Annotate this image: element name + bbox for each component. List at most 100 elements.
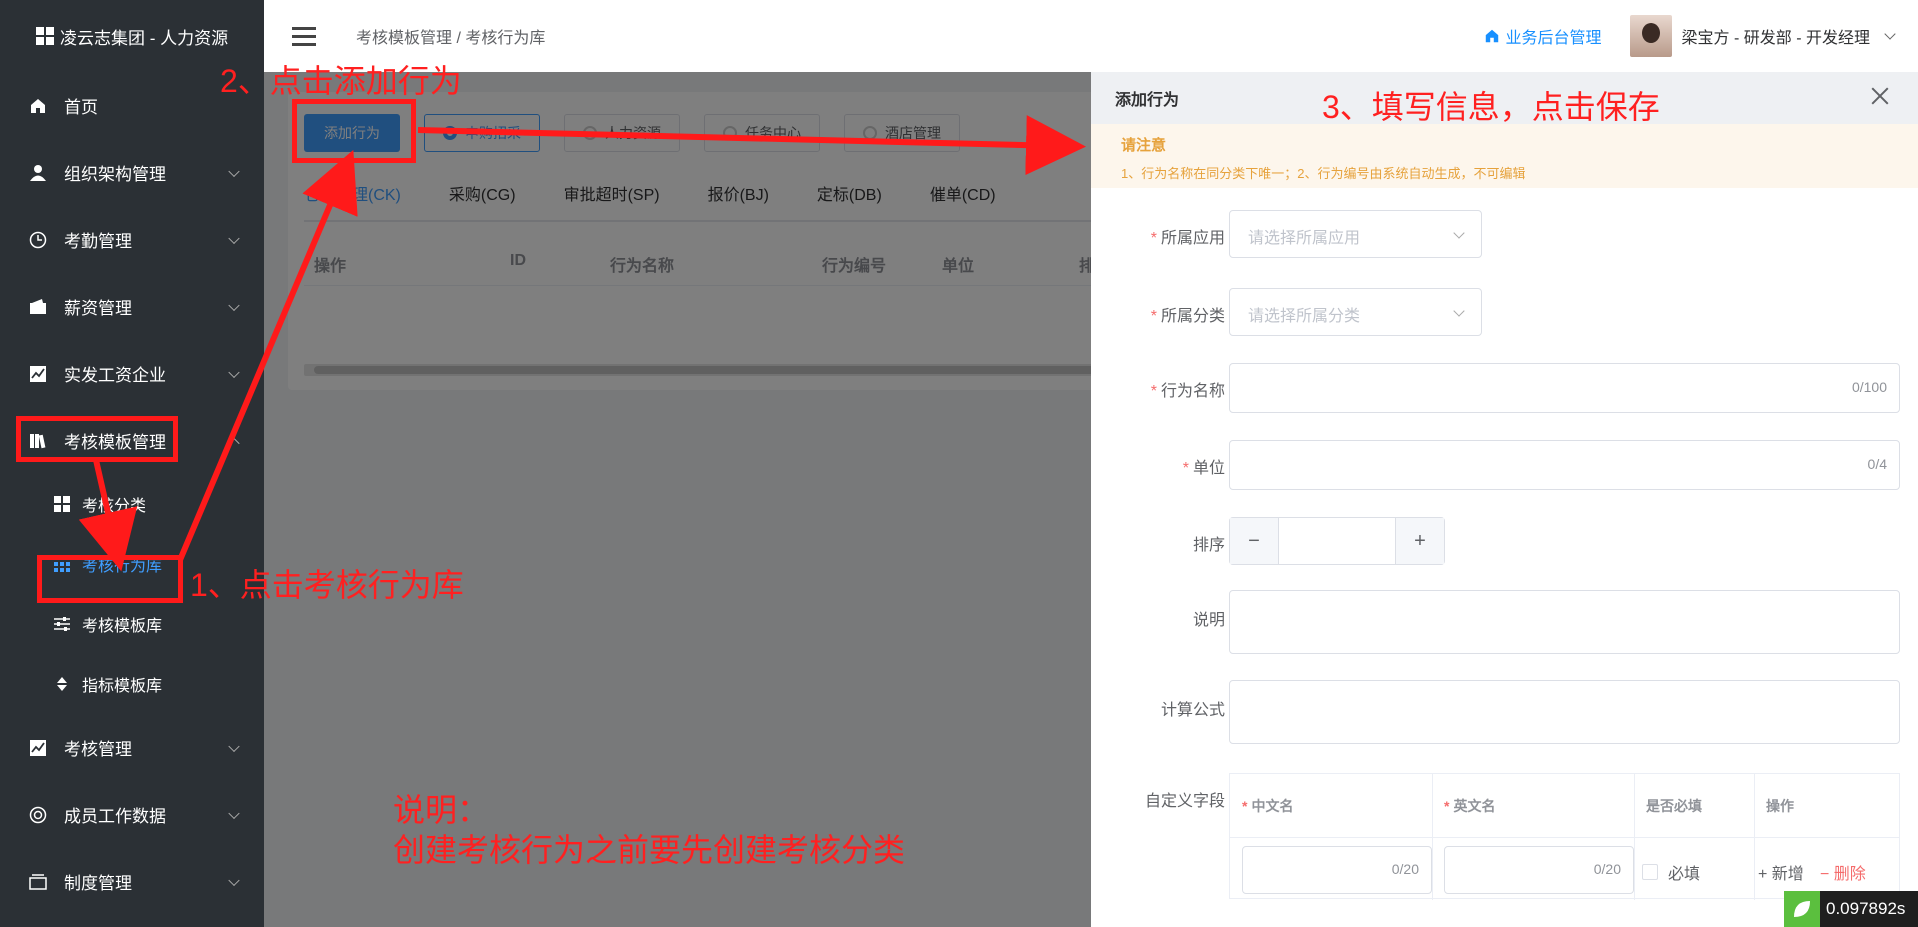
annotation-note-title: 说明： (393, 792, 490, 828)
app-title: 凌云志集团 - 人力资源 (60, 28, 229, 48)
breadcrumb: 考核模板管理 / 考核行为库 (356, 30, 546, 47)
column-header: * 中文名 (1242, 798, 1294, 814)
submenu-item-label: 考核分类 (82, 498, 147, 515)
logo-icon (36, 27, 54, 45)
formula-textarea[interactable] (1229, 680, 1900, 744)
behavior-name-input[interactable]: 0/100 (1229, 363, 1900, 413)
home-icon (28, 96, 48, 116)
submenu-item-category[interactable]: 考核分类 (0, 474, 264, 534)
wallet-icon (28, 297, 48, 317)
notice-text: 1、行为名称在同分类下唯一；2、行为编号由系统自动生成，不可编辑 (1121, 166, 1526, 181)
column-header: 操作 (1766, 798, 1794, 814)
char-counter: 0/20 (1593, 861, 1621, 877)
sidebar-item-label: 组织架构管理 (64, 165, 166, 184)
home-icon (1485, 29, 1498, 43)
chevron-down-icon (228, 232, 240, 244)
chevron-down-icon (228, 366, 240, 378)
increment-button[interactable]: + (1396, 518, 1444, 564)
timer-value: 0.097892s (1826, 899, 1906, 918)
chart-icon (28, 738, 48, 758)
field-label: * 单位 (1182, 460, 1225, 477)
annotation-note-text: 创建考核行为之前要先创建考核分类 (393, 832, 906, 868)
field-label: 计算公式 (1160, 702, 1225, 719)
business-admin-label: 业务后台管理 (1505, 30, 1602, 47)
drawer-title: 添加行为 (1115, 92, 1180, 109)
char-counter: 0/20 (1391, 861, 1419, 877)
annotation-step1: 1、点击考核行为库 (190, 567, 464, 603)
sidebar-item-payroll-company[interactable]: 实发工资企业 (0, 340, 264, 407)
chevron-down-icon (1453, 305, 1465, 317)
annotation-note: 说明： 创建考核行为之前要先创建考核分类 (393, 790, 905, 870)
top-header: 考核模板管理 / 考核行为库 业务后台管理 梁宝方 - 研发部 - 开发经理 (264, 0, 1918, 72)
description-textarea[interactable] (1229, 590, 1900, 654)
char-counter: 0/4 (1867, 456, 1887, 472)
highlight-behavior-library (37, 555, 183, 603)
avatar (1629, 15, 1672, 57)
category-select[interactable]: 请选择所属分类 (1229, 288, 1482, 336)
sidebar-item-attendance[interactable]: 考勤管理 (0, 206, 264, 273)
menu-toggle-icon[interactable] (292, 26, 316, 46)
chevron-down-icon (228, 299, 240, 311)
chevron-down-icon (1453, 227, 1465, 239)
sidebar-item-assessment[interactable]: 考核管理 (0, 714, 264, 781)
sort-icon (54, 676, 70, 692)
delete-row-button[interactable]: − 删除 (1820, 860, 1866, 884)
submenu-item-label: 考核模板库 (82, 618, 163, 635)
user-name: 梁宝方 - 研发部 - 开发经理 (1681, 30, 1870, 47)
chevron-up-icon (228, 437, 240, 449)
cn-name-input[interactable]: 0/20 (1242, 846, 1432, 894)
sidebar-item-label: 制度管理 (64, 874, 132, 893)
submenu-item-label: 指标模板库 (82, 678, 163, 695)
highlight-template-mgmt (16, 416, 178, 462)
leaf-icon (1784, 891, 1820, 927)
business-admin-link[interactable]: 业务后台管理 (1484, 24, 1602, 48)
add-row-button[interactable]: + 新增 (1758, 860, 1804, 884)
sidebar-item-label: 薪资管理 (64, 299, 132, 318)
close-icon[interactable] (1870, 86, 1890, 106)
column-header: * 英文名 (1444, 798, 1496, 814)
sort-stepper: − + (1229, 517, 1445, 565)
highlight-add-button (292, 99, 416, 163)
sidebar-item-label: 考勤管理 (64, 232, 132, 251)
notice-title: 请注意 (1121, 137, 1167, 154)
column-header: 是否必填 (1646, 798, 1702, 814)
decrement-button[interactable]: − (1230, 518, 1278, 564)
chart-icon (28, 364, 48, 384)
field-label: 说明 (1192, 612, 1225, 629)
app-select[interactable]: 请选择所属应用 (1229, 210, 1482, 258)
sidebar: 凌云志集团 - 人力资源 首页 组织架构管理 考勤管理 薪资管理 实发工资企业 … (0, 0, 264, 927)
clock-icon (28, 230, 48, 250)
chevron-down-icon (228, 165, 240, 177)
folder-icon (28, 872, 48, 892)
user-menu[interactable]: 梁宝方 - 研发部 - 开发经理 (1629, 15, 1896, 57)
add-behavior-drawer: 添加行为 请注意 1、行为名称在同分类下唯一；2、行为编号由系统自动生成，不可编… (1091, 72, 1918, 927)
field-label: 自定义字段 (1144, 793, 1225, 810)
required-checkbox[interactable] (1642, 864, 1658, 880)
field-label: * 所属分类 (1150, 308, 1225, 325)
sidebar-item-salary[interactable]: 薪资管理 (0, 273, 264, 340)
chevron-down-icon (228, 807, 240, 819)
sliders-icon (54, 616, 70, 632)
sidebar-item-org[interactable]: 组织架构管理 (0, 139, 264, 206)
sort-input[interactable] (1278, 518, 1396, 564)
submenu-item-indicator-library[interactable]: 指标模板库 (0, 654, 264, 714)
sidebar-item-label: 首页 (64, 98, 98, 117)
annotation-step2: 2、点击添加行为 (220, 63, 462, 99)
timer-badge: 0.097892s (1784, 891, 1918, 927)
app-select-placeholder: 请选择所属应用 (1248, 230, 1361, 247)
sidebar-item-label: 成员工作数据 (64, 807, 166, 826)
custom-table-header: * 中文名 * 英文名 是否必填 操作 (1230, 774, 1899, 838)
field-label: * 行为名称 (1150, 383, 1225, 400)
annotation-step3: 3、填写信息，点击保存 (1322, 89, 1660, 125)
chevron-down-icon (228, 740, 240, 752)
chevron-down-icon (1884, 28, 1896, 40)
en-name-input[interactable]: 0/20 (1444, 846, 1634, 894)
grid-icon (54, 496, 70, 512)
unit-input[interactable]: 0/4 (1229, 440, 1900, 490)
required-label: 必填 (1668, 866, 1701, 883)
chevron-down-icon (228, 874, 240, 886)
sidebar-item-member-data[interactable]: 成员工作数据 (0, 781, 264, 848)
field-label: 排序 (1192, 537, 1225, 554)
sidebar-item-policy[interactable]: 制度管理 (0, 848, 264, 915)
notice-box: 请注意 1、行为名称在同分类下唯一；2、行为编号由系统自动生成，不可编辑 (1091, 124, 1918, 188)
